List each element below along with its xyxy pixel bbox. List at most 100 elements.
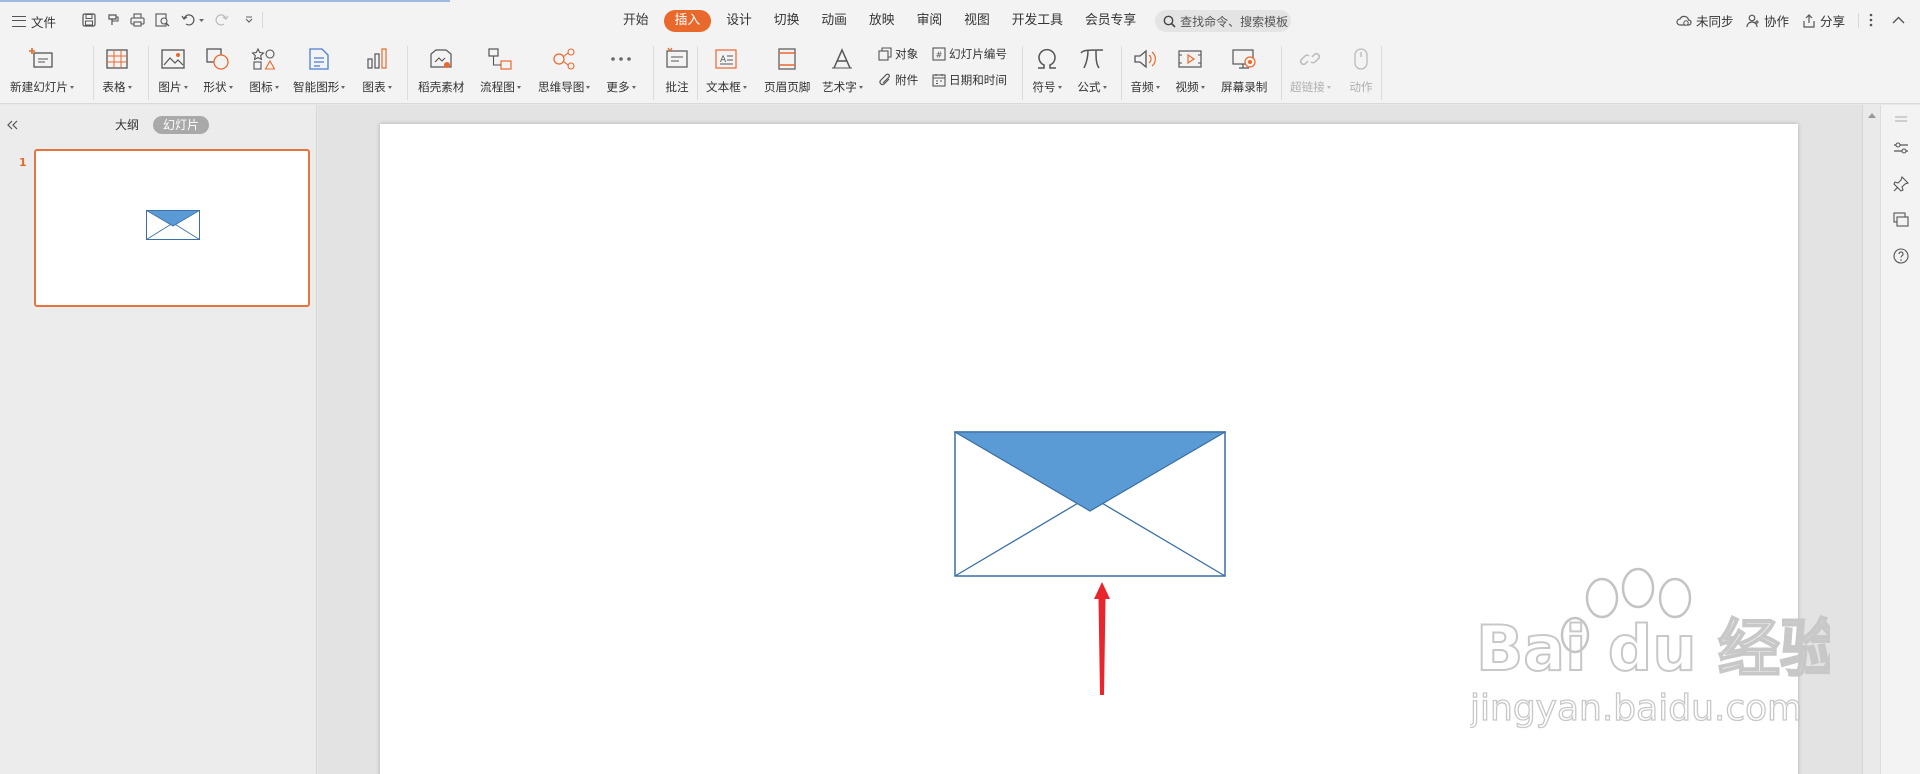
flowchart-button[interactable]: 流程图 xyxy=(480,44,521,95)
mindmap-icon xyxy=(549,44,579,74)
print-preview-icon[interactable] xyxy=(153,11,171,29)
collapse-panel-icon[interactable] xyxy=(6,116,18,134)
tab-insert[interactable]: 插入 xyxy=(663,10,712,32)
tab-view[interactable]: 视图 xyxy=(953,10,1001,32)
omega-icon xyxy=(1032,44,1062,74)
scroll-up-arrow-icon[interactable] xyxy=(1868,113,1876,118)
baidu-watermark: Bai du 经验 jingyan.baidu.com xyxy=(1470,567,1830,730)
flowchart-icon xyxy=(485,44,515,74)
material-button[interactable]: 稻壳素材 xyxy=(418,44,464,95)
audio-button[interactable]: 音频 xyxy=(1130,44,1160,95)
more-dots-icon xyxy=(606,44,636,74)
header-footer-button[interactable]: 页眉页脚 xyxy=(764,44,810,95)
tab-home[interactable]: 开始 xyxy=(612,10,660,32)
redo-icon[interactable] xyxy=(213,11,231,29)
wordart-button[interactable]: 艺术字 xyxy=(822,44,863,95)
tab-slideshow[interactable]: 放映 xyxy=(858,10,906,32)
user-icon xyxy=(1746,14,1759,27)
tab-animations[interactable]: 动画 xyxy=(810,10,858,32)
file-menu[interactable]: 文件 xyxy=(12,10,56,32)
icon-button[interactable]: 图标 xyxy=(249,44,279,95)
help-icon[interactable] xyxy=(1892,247,1910,265)
action-button[interactable]: 动作 xyxy=(1346,44,1376,95)
undo-icon[interactable] xyxy=(180,11,206,29)
hamburger-icon xyxy=(12,15,26,27)
divider xyxy=(1281,46,1282,100)
command-search[interactable]: 查找命令、搜索模板 xyxy=(1155,10,1292,32)
date-time-label: 日期和时间 xyxy=(949,73,1007,87)
screen-record-label: 屏幕录制 xyxy=(1221,80,1268,94)
textbox-label: 文本框 xyxy=(706,80,741,94)
formula-button[interactable]: 公式 xyxy=(1077,44,1107,95)
tab-design[interactable]: 设计 xyxy=(715,10,763,32)
tab-developer[interactable]: 开发工具 xyxy=(1001,10,1074,32)
link-icon xyxy=(1295,44,1325,74)
table-label: 表格 xyxy=(102,80,126,94)
material-icon xyxy=(426,44,456,74)
icons-library-icon xyxy=(249,44,279,74)
hyperlink-button[interactable]: 超链接 xyxy=(1290,44,1331,95)
chart-label: 图表 xyxy=(362,80,386,94)
tab-transitions[interactable]: 切换 xyxy=(763,10,811,32)
header-footer-icon xyxy=(772,44,802,74)
smart-art-label: 智能图形 xyxy=(293,80,340,94)
speaker-icon xyxy=(1130,44,1160,74)
divider xyxy=(697,46,698,100)
ribbon-tabs: 开始 插入 设计 切换 动画 放映 审阅 视图 开发工具 会员专享 查找命令、搜… xyxy=(612,9,1292,33)
share-button[interactable]: 分享 xyxy=(1802,11,1845,30)
divider xyxy=(148,46,149,100)
cloud-sync-icon xyxy=(1676,15,1692,26)
more-options-icon[interactable] xyxy=(1862,11,1880,29)
slide-switch-icon[interactable] xyxy=(1892,211,1910,229)
screen-record-button[interactable]: 屏幕录制 xyxy=(1221,44,1267,95)
object-icon xyxy=(878,47,892,61)
properties-icon[interactable] xyxy=(1892,139,1910,157)
save-icon[interactable] xyxy=(80,11,98,29)
date-time-button[interactable]: 日期和时间 xyxy=(932,72,1007,88)
sync-status[interactable]: 未同步 xyxy=(1676,11,1734,30)
tab-outline[interactable]: 大纲 xyxy=(105,116,149,134)
video-button[interactable]: 视频 xyxy=(1175,44,1205,95)
drag-handle-icon[interactable] xyxy=(1892,110,1910,128)
mindmap-button[interactable]: 思维导图 xyxy=(538,44,591,95)
picture-button[interactable]: 图片 xyxy=(158,44,188,95)
more-button[interactable]: 更多 xyxy=(606,44,636,95)
collaborate-button[interactable]: 协作 xyxy=(1746,11,1789,30)
watermark-brand: Bai du 经验 xyxy=(1476,612,1830,685)
hyperlink-label: 超链接 xyxy=(1290,80,1325,94)
wordart-label: 艺术字 xyxy=(822,80,857,94)
slide-thumbnail[interactable] xyxy=(34,149,310,307)
slide-number-button[interactable]: # 幻灯片编号 xyxy=(932,46,1007,62)
textbox-button[interactable]: A 文本框 xyxy=(706,44,747,95)
pi-icon xyxy=(1077,44,1107,74)
customize-toolbar-icon[interactable] xyxy=(240,11,258,29)
new-slide-button[interactable]: 新建幻灯片 xyxy=(10,44,74,95)
svg-text:#: # xyxy=(936,51,943,60)
format-painter-icon[interactable] xyxy=(104,11,122,29)
divider xyxy=(653,46,654,100)
collapse-ribbon-icon[interactable] xyxy=(1889,11,1907,29)
tab-slides[interactable]: 幻灯片 xyxy=(153,116,210,134)
symbol-label: 符号 xyxy=(1032,80,1056,94)
shape-button[interactable]: 形状 xyxy=(203,44,233,95)
chart-button[interactable]: 图表 xyxy=(362,44,392,95)
table-button[interactable]: 表格 xyxy=(102,44,132,95)
attachment-button[interactable]: 附件 xyxy=(878,72,918,88)
symbol-button[interactable]: 符号 xyxy=(1032,44,1062,95)
picture-label: 图片 xyxy=(158,80,182,94)
tab-member[interactable]: 会员专享 xyxy=(1074,10,1147,32)
comment-button[interactable]: 批注 xyxy=(662,44,692,95)
chart-icon xyxy=(362,44,392,74)
animation-pin-icon[interactable] xyxy=(1892,175,1910,193)
smart-art-button[interactable]: 智能图形 xyxy=(293,44,346,95)
vertical-scrollbar[interactable] xyxy=(1862,105,1880,774)
command-search-placeholder: 查找命令、搜索模板 xyxy=(1180,14,1289,29)
tab-review[interactable]: 审阅 xyxy=(906,10,954,32)
shape-icon xyxy=(203,44,233,74)
envelope-shape[interactable] xyxy=(954,431,1226,577)
print-icon[interactable] xyxy=(128,11,146,29)
slide-panel: 大纲 幻灯片 1 xyxy=(0,105,317,774)
menu-bar: 文件 开始 插入 设计 切换 动画 放映 审阅 视图 开发工具 会员专享 查找命… xyxy=(0,0,1920,40)
object-button[interactable]: 对象 xyxy=(878,46,918,62)
screen-record-icon xyxy=(1229,44,1259,74)
